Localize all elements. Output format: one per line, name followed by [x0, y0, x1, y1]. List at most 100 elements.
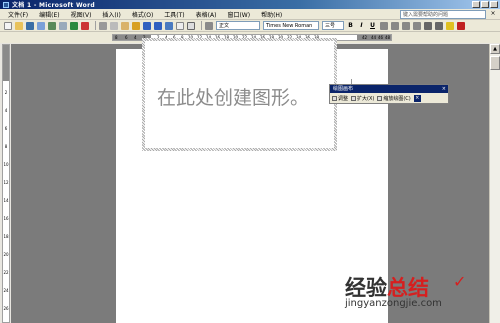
menu-tools[interactable]: 工具(T) — [164, 10, 184, 19]
top-margin-area — [3, 45, 9, 81]
drawing-canvas-toolbar: 绘图画布 × 调整 扩大(X) 缩放绘图(C) × — [329, 84, 449, 104]
vruler-tick: 14 — [3, 198, 9, 203]
canvas-close-icon[interactable]: × — [413, 95, 421, 102]
expand-label: 扩大(X) — [357, 96, 375, 102]
font-size-select[interactable]: 三号 — [322, 21, 344, 30]
ruler-tick: 46 — [378, 35, 384, 40]
window-controls — [472, 1, 498, 8]
ruler-tick: 42 — [362, 35, 368, 40]
canvas-placeholder-text: 在此处创建图形。 — [157, 87, 310, 109]
research-icon[interactable] — [81, 21, 89, 30]
vruler-tick: 8 — [4, 144, 8, 149]
numbering-icon[interactable] — [424, 21, 432, 30]
fit-icon — [332, 96, 337, 101]
help-search-input[interactable]: 键入需要帮助的问题 — [400, 10, 486, 19]
underline-button[interactable]: U — [369, 22, 376, 29]
bold-button[interactable]: B — [347, 22, 354, 29]
styles-pane-icon[interactable] — [205, 21, 213, 30]
vruler-tick: 20 — [3, 252, 9, 257]
watermark-part2: 总结 — [387, 276, 429, 300]
menu-table[interactable]: 表格(A) — [196, 10, 217, 19]
format-painter-icon[interactable] — [132, 21, 140, 30]
vertical-ruler[interactable]: 2 4 6 8 10 12 14 16 18 20 22 24 26 — [2, 44, 10, 323]
canvas-toolbar-title-text: 绘图画布 — [333, 86, 354, 92]
canvas-toolbar-title[interactable]: 绘图画布 × — [330, 85, 448, 93]
justify-icon[interactable] — [413, 21, 421, 30]
ruler-tick: 44 — [371, 35, 377, 40]
ruler-tick: 48 — [385, 35, 391, 40]
align-right-icon[interactable] — [402, 21, 410, 30]
toolbar-separator — [95, 21, 96, 30]
vruler-tick: 26 — [3, 306, 9, 311]
title-bar: 文档 1 - Microsoft Word — [0, 0, 500, 9]
align-left-icon[interactable] — [380, 21, 388, 30]
scale-drawing-button[interactable]: 缩放绘图(C) — [377, 95, 411, 102]
copy-icon[interactable] — [110, 21, 118, 30]
tables-borders-icon[interactable] — [176, 21, 184, 30]
bullets-icon[interactable] — [435, 21, 443, 30]
align-center-icon[interactable] — [391, 21, 399, 30]
scroll-thumb[interactable] — [490, 56, 500, 70]
ruler-tick: 8 — [115, 35, 118, 40]
ruler-tick: 4 — [134, 35, 137, 40]
toolbar-separator — [201, 21, 202, 30]
word-app-icon — [3, 1, 9, 8]
drawing-icon[interactable] — [187, 21, 195, 30]
vruler-tick: 16 — [3, 216, 9, 221]
canvas-toolbar-body: 调整 扩大(X) 缩放绘图(C) × — [330, 93, 448, 104]
vruler-tick: 2 — [4, 90, 8, 95]
font-color-icon[interactable] — [457, 21, 465, 30]
drawing-canvas-area[interactable]: 在此处创建图形。 — [145, 41, 334, 148]
spelling-icon[interactable] — [70, 21, 78, 30]
watermark-check-icon: ✓ — [453, 272, 467, 291]
menu-window[interactable]: 窗口(W) — [227, 10, 250, 19]
menu-edit[interactable]: 编辑(E) — [39, 10, 59, 19]
expand-canvas-button[interactable]: 扩大(X) — [351, 95, 374, 102]
menu-insert[interactable]: 插入(I) — [102, 10, 120, 19]
style-select[interactable]: 正文 — [216, 21, 260, 30]
redo-icon[interactable] — [154, 21, 162, 30]
scale-label: 缩放绘图(C) — [383, 96, 411, 102]
hyperlink-icon[interactable] — [165, 21, 173, 30]
vruler-tick: 12 — [3, 180, 9, 185]
expand-icon — [351, 96, 357, 101]
menu-format[interactable]: 格式(O) — [132, 10, 153, 19]
window-title: 文档 1 - Microsoft Word — [12, 2, 95, 9]
scroll-up-arrow-icon[interactable]: ▲ — [490, 44, 500, 54]
watermark-part1: 经验 — [345, 276, 387, 300]
save-icon[interactable] — [26, 21, 34, 30]
minimize-button[interactable] — [472, 1, 480, 8]
standard-toolbar: 正文 Times New Roman 三号 B I U — [0, 20, 500, 32]
italic-button[interactable]: I — [358, 22, 365, 29]
vruler-tick: 24 — [3, 288, 9, 293]
vruler-tick: 22 — [3, 270, 9, 275]
watermark-url: jingyanzongjie.com — [345, 298, 442, 309]
fit-canvas-button[interactable]: 调整 — [332, 95, 348, 102]
ruler-tick: 6 — [125, 35, 128, 40]
new-document-icon[interactable] — [4, 21, 12, 30]
font-select[interactable]: Times New Roman — [263, 21, 319, 30]
print-icon[interactable] — [48, 21, 56, 30]
maximize-button[interactable] — [481, 1, 489, 8]
cut-icon[interactable] — [99, 21, 107, 30]
watermark: 经验总结 ✓ jingyanzongjie.com — [345, 272, 495, 318]
vruler-tick: 10 — [3, 162, 9, 167]
open-folder-icon[interactable] — [15, 21, 23, 30]
highlight-icon[interactable] — [446, 21, 454, 30]
permission-icon[interactable] — [37, 21, 45, 30]
scale-icon — [377, 96, 383, 101]
close-window-button[interactable] — [490, 1, 498, 8]
menu-file[interactable]: 文件(F) — [8, 10, 28, 19]
drawing-canvas[interactable]: 在此处创建图形。 — [142, 38, 337, 151]
print-preview-icon[interactable] — [59, 21, 67, 30]
paste-icon[interactable] — [121, 21, 129, 30]
vruler-tick: 18 — [3, 234, 9, 239]
menu-view[interactable]: 视图(V) — [71, 10, 92, 19]
vruler-tick: 6 — [4, 126, 8, 131]
menu-help[interactable]: 帮助(H) — [261, 10, 282, 19]
fit-label: 调整 — [338, 96, 349, 102]
vruler-tick: 4 — [4, 108, 8, 113]
close-document-button[interactable]: × — [489, 10, 497, 18]
canvas-toolbar-close-button[interactable]: × — [442, 85, 446, 93]
undo-icon[interactable] — [143, 21, 151, 30]
